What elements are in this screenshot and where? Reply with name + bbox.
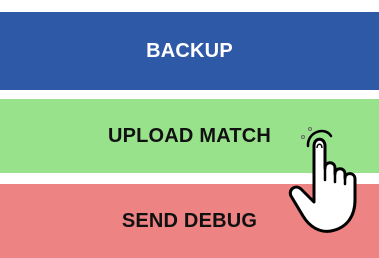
send-debug-button[interactable]: SEND DEBUG	[0, 184, 379, 258]
backup-button-label: BACKUP	[146, 39, 233, 62]
upload-match-button-label: UPLOAD MATCH	[107, 124, 272, 147]
send-debug-button-label: SEND DEBUG	[121, 209, 258, 232]
upload-match-button[interactable]: UPLOAD MATCH	[0, 99, 379, 173]
backup-button[interactable]: BACKUP	[0, 12, 379, 90]
